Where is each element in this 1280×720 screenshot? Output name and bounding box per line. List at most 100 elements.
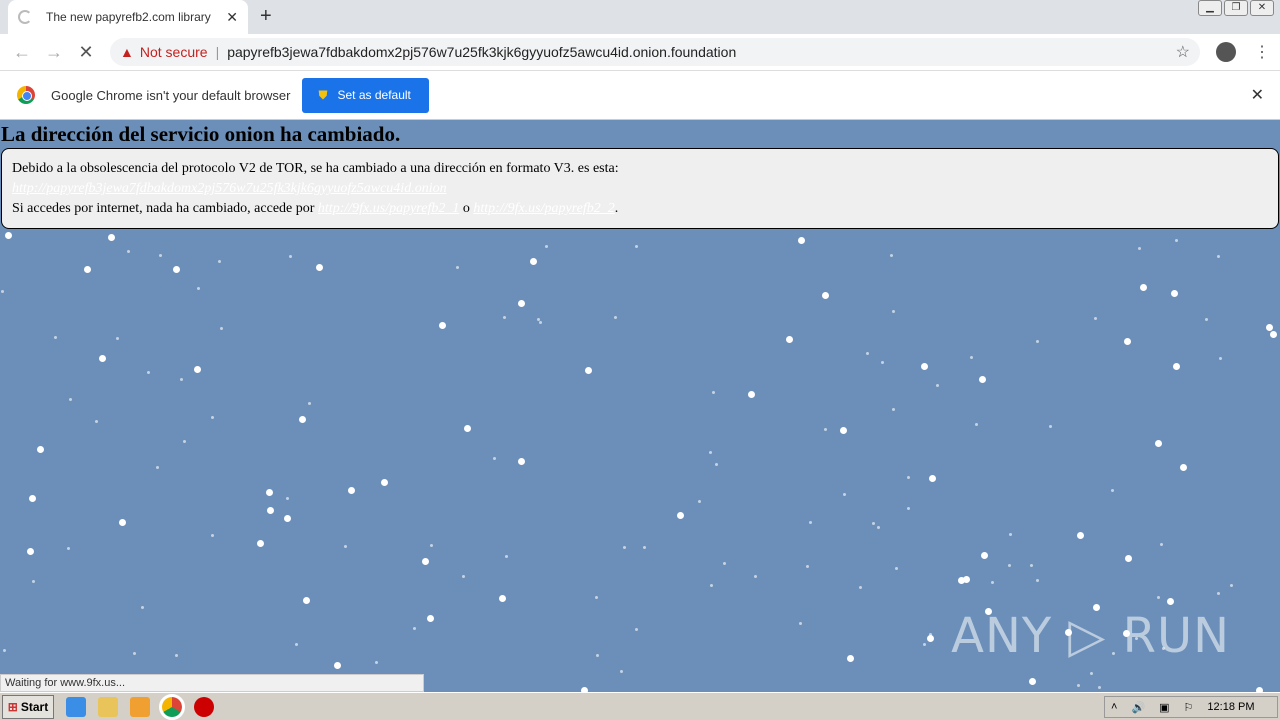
snowflake (872, 522, 875, 525)
snowflake (32, 580, 35, 583)
snowflake (116, 337, 119, 340)
snowflake (295, 643, 298, 646)
clock[interactable]: 12:18 PM (1207, 701, 1254, 713)
chrome-logo-icon (17, 86, 35, 104)
snowflake (1219, 357, 1222, 360)
ie-icon[interactable] (66, 696, 86, 717)
snowflake (422, 558, 429, 565)
snowflake (923, 643, 926, 646)
snowflake (979, 376, 986, 383)
page-content: La dirección del servicio onion ha cambi… (0, 120, 1280, 692)
snowflake (108, 234, 115, 241)
snowflake (1180, 464, 1187, 471)
system-tray: ˄ 🔊 ▣ ⚐ 12:18 PM (1104, 696, 1278, 718)
shield-icon: ⛊ (318, 87, 328, 102)
tab-strip: The new papyrefb2.com library ✕ + ▁ ❐ ✕ (0, 0, 1280, 34)
snowflake (907, 476, 910, 479)
bookmark-star-icon[interactable]: ☆ (1176, 42, 1190, 62)
snowflake (595, 596, 598, 599)
snowflake (308, 402, 311, 405)
mirror-link-1[interactable]: http://9fx.us/papyrefb2_1 (318, 201, 459, 216)
snowflake (895, 567, 898, 570)
or-text: o (462, 201, 470, 216)
snowflake (1090, 672, 1093, 675)
notice-line: Si accedes por internet, nada ha cambiad… (12, 201, 315, 216)
snowflake (462, 575, 465, 578)
menu-icon[interactable]: ⋮ (1254, 42, 1270, 62)
not-secure-label[interactable]: Not secure (140, 44, 208, 60)
default-browser-infobar: Google Chrome isn't your default browser… (0, 71, 1280, 120)
show-hidden-icons[interactable]: ˄ (1111, 701, 1117, 713)
minimize-button[interactable]: ▁ (1198, 0, 1222, 16)
onion-link[interactable]: http://papyrefb3jewa7fdbakdomx2pj576w7u2… (12, 181, 447, 196)
snowflake (1030, 564, 1033, 567)
snowflake (1167, 598, 1174, 605)
snowflake (518, 458, 525, 465)
snowflake (427, 615, 434, 622)
address-bar[interactable]: ▲ Not secure | papyrefb3jewa7fdbakdomx2p… (110, 38, 1200, 66)
explorer-icon[interactable] (98, 696, 118, 717)
close-tab-icon[interactable]: ✕ (226, 9, 238, 26)
snowflake (299, 416, 306, 423)
snowflake (505, 555, 508, 558)
snowflake (927, 635, 934, 642)
snowflake (545, 245, 548, 248)
snowflake (439, 322, 446, 329)
infobar-close-icon[interactable]: ✕ (1251, 85, 1264, 105)
network-icon[interactable]: ▣ (1159, 701, 1169, 714)
snowflake (284, 515, 291, 522)
opera-icon[interactable] (194, 696, 214, 717)
close-window-button[interactable]: ✕ (1250, 0, 1274, 16)
back-button[interactable]: ← (6, 42, 38, 63)
snowflake (499, 595, 506, 602)
mirror-link-2[interactable]: http://9fx.us/papyrefb2_2 (473, 201, 614, 216)
snowflake (1009, 533, 1012, 536)
snowflake (464, 425, 471, 432)
snowflake (963, 576, 970, 583)
flag-icon[interactable]: ⚐ (1184, 701, 1194, 714)
volume-icon[interactable]: 🔊 (1131, 701, 1145, 714)
forward-button[interactable]: → (38, 42, 70, 63)
snowflake (493, 457, 496, 460)
snowflake (503, 316, 506, 319)
restore-button[interactable]: ❐ (1224, 0, 1248, 16)
browser-tab[interactable]: The new papyrefb2.com library ✕ (8, 0, 248, 34)
snowflake (1205, 318, 1208, 321)
set-as-default-button[interactable]: ⛊ Set as default (302, 77, 430, 113)
snowflake (970, 356, 973, 359)
snowflake (257, 540, 264, 547)
snowflake (866, 352, 869, 355)
snowflake (1036, 340, 1039, 343)
snowflake (218, 260, 221, 263)
snowflake (348, 487, 355, 494)
snowflake (147, 371, 150, 374)
snowflake (859, 586, 862, 589)
start-button[interactable]: ⊞ Start (2, 694, 54, 719)
notice-box: Debido a la obsolescencia del protocolo … (1, 148, 1279, 229)
account-icon[interactable] (1216, 42, 1236, 62)
stop-button[interactable]: ✕ (70, 42, 102, 63)
snowflake (847, 655, 854, 662)
snowflake (809, 521, 812, 524)
snowflake (1, 290, 4, 293)
snowflake (890, 254, 893, 257)
snowflake (843, 493, 846, 496)
snowflake (635, 245, 638, 248)
snowflake (1111, 489, 1114, 492)
url-text[interactable]: papyrefb3jewa7fdbakdomx2pj576w7u25fk3kjk… (227, 44, 736, 60)
chrome-taskbar-icon[interactable] (159, 693, 185, 720)
snowflake (67, 547, 70, 550)
snowflake (596, 654, 599, 657)
snowflake (99, 355, 106, 362)
snowflake (929, 475, 936, 482)
snowflake (1217, 255, 1220, 258)
media-player-icon[interactable] (130, 696, 150, 717)
snowflake (381, 479, 388, 486)
snowflake (921, 363, 928, 370)
snowflake (27, 548, 34, 555)
snowflake (303, 597, 310, 604)
snowflake (286, 497, 289, 500)
new-tab-button[interactable]: + (260, 5, 272, 28)
snowflake (614, 316, 617, 319)
snowflake (530, 258, 537, 265)
